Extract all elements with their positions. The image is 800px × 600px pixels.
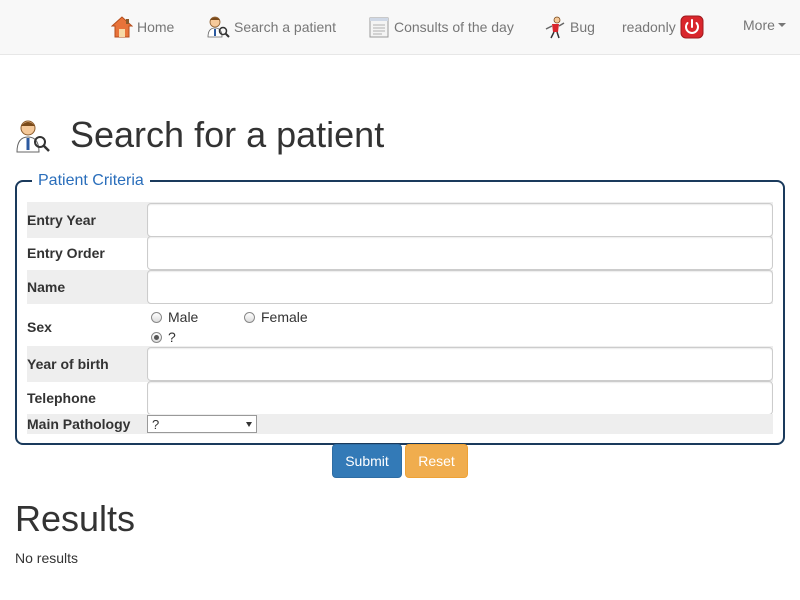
entry-order-label: Entry Order <box>27 245 105 261</box>
telephone-row: Telephone <box>27 380 773 416</box>
entry-order-row: Entry Order <box>27 236 773 270</box>
name-label: Name <box>27 279 66 295</box>
entry-order-input[interactable] <box>147 236 773 270</box>
page-title: Search for a patient <box>70 114 385 155</box>
sex-row: Sex Male Female ? <box>27 306 773 348</box>
main-pathology-select[interactable]: ? <box>147 415 257 433</box>
power-icon[interactable] <box>680 15 704 39</box>
search-patient-icon <box>207 16 230 38</box>
nav-readonly[interactable]: readonly <box>622 14 704 40</box>
year-of-birth-row: Year of birth <box>27 346 773 382</box>
sex-radio-group: Male Female ? <box>147 309 308 345</box>
sex-unknown-label: ? <box>168 329 176 345</box>
sex-label: Sex <box>27 319 52 335</box>
nav-home-label: Home <box>137 19 175 35</box>
nav-more-label: More <box>743 17 775 33</box>
telephone-input[interactable] <box>147 381 773 415</box>
caret-down-icon <box>777 23 786 27</box>
submit-button[interactable]: Submit <box>332 444 402 478</box>
nav-search-patient[interactable]: Search a patient <box>206 14 336 40</box>
calendar-icon <box>369 17 389 38</box>
bug-icon <box>545 16 565 39</box>
nav-search-patient-label: Search a patient <box>234 19 336 35</box>
reset-button[interactable]: Reset <box>405 444 468 478</box>
main-pathology-row: Main Pathology ? <box>27 414 773 434</box>
entry-year-label: Entry Year <box>27 212 97 228</box>
page-title-icon-wrap <box>15 118 51 154</box>
sex-female-radio[interactable] <box>244 311 255 323</box>
entry-year-input[interactable] <box>147 203 773 237</box>
main-pathology-label: Main Pathology <box>27 416 131 432</box>
fieldset-legend: Patient Criteria <box>32 170 150 192</box>
year-of-birth-label: Year of birth <box>27 356 109 372</box>
sex-male-radio[interactable] <box>151 311 162 323</box>
nav-home[interactable]: Home <box>111 14 174 40</box>
results-empty-text: No results <box>15 550 79 566</box>
home-icon <box>111 16 133 38</box>
nav-consults[interactable]: Consults of the day <box>368 14 514 40</box>
search-patient-icon <box>16 120 50 153</box>
navbar: Home Search a patient Consults of the da… <box>0 0 800 55</box>
sex-male-label: Male <box>168 309 199 325</box>
main-pathology-value: ? <box>152 416 160 432</box>
nav-consults-label: Consults of the day <box>394 19 514 35</box>
name-row: Name <box>27 270 773 304</box>
name-input[interactable] <box>147 270 773 304</box>
telephone-label: Telephone <box>27 390 96 406</box>
nav-readonly-label: readonly <box>622 19 676 35</box>
year-of-birth-input[interactable] <box>147 347 773 381</box>
sex-unknown-radio[interactable] <box>151 331 162 343</box>
nav-more-dropdown[interactable]: More <box>743 17 786 33</box>
entry-year-row: Entry Year <box>27 202 773 238</box>
nav-bug[interactable]: Bug <box>544 14 595 40</box>
dropdown-arrow-icon <box>246 421 252 427</box>
sex-female-label: Female <box>261 309 308 325</box>
results-title: Results <box>15 498 136 539</box>
patient-criteria-fieldset: Patient Criteria Entry Year Entry Order … <box>15 170 785 445</box>
nav-bug-label: Bug <box>570 19 595 35</box>
